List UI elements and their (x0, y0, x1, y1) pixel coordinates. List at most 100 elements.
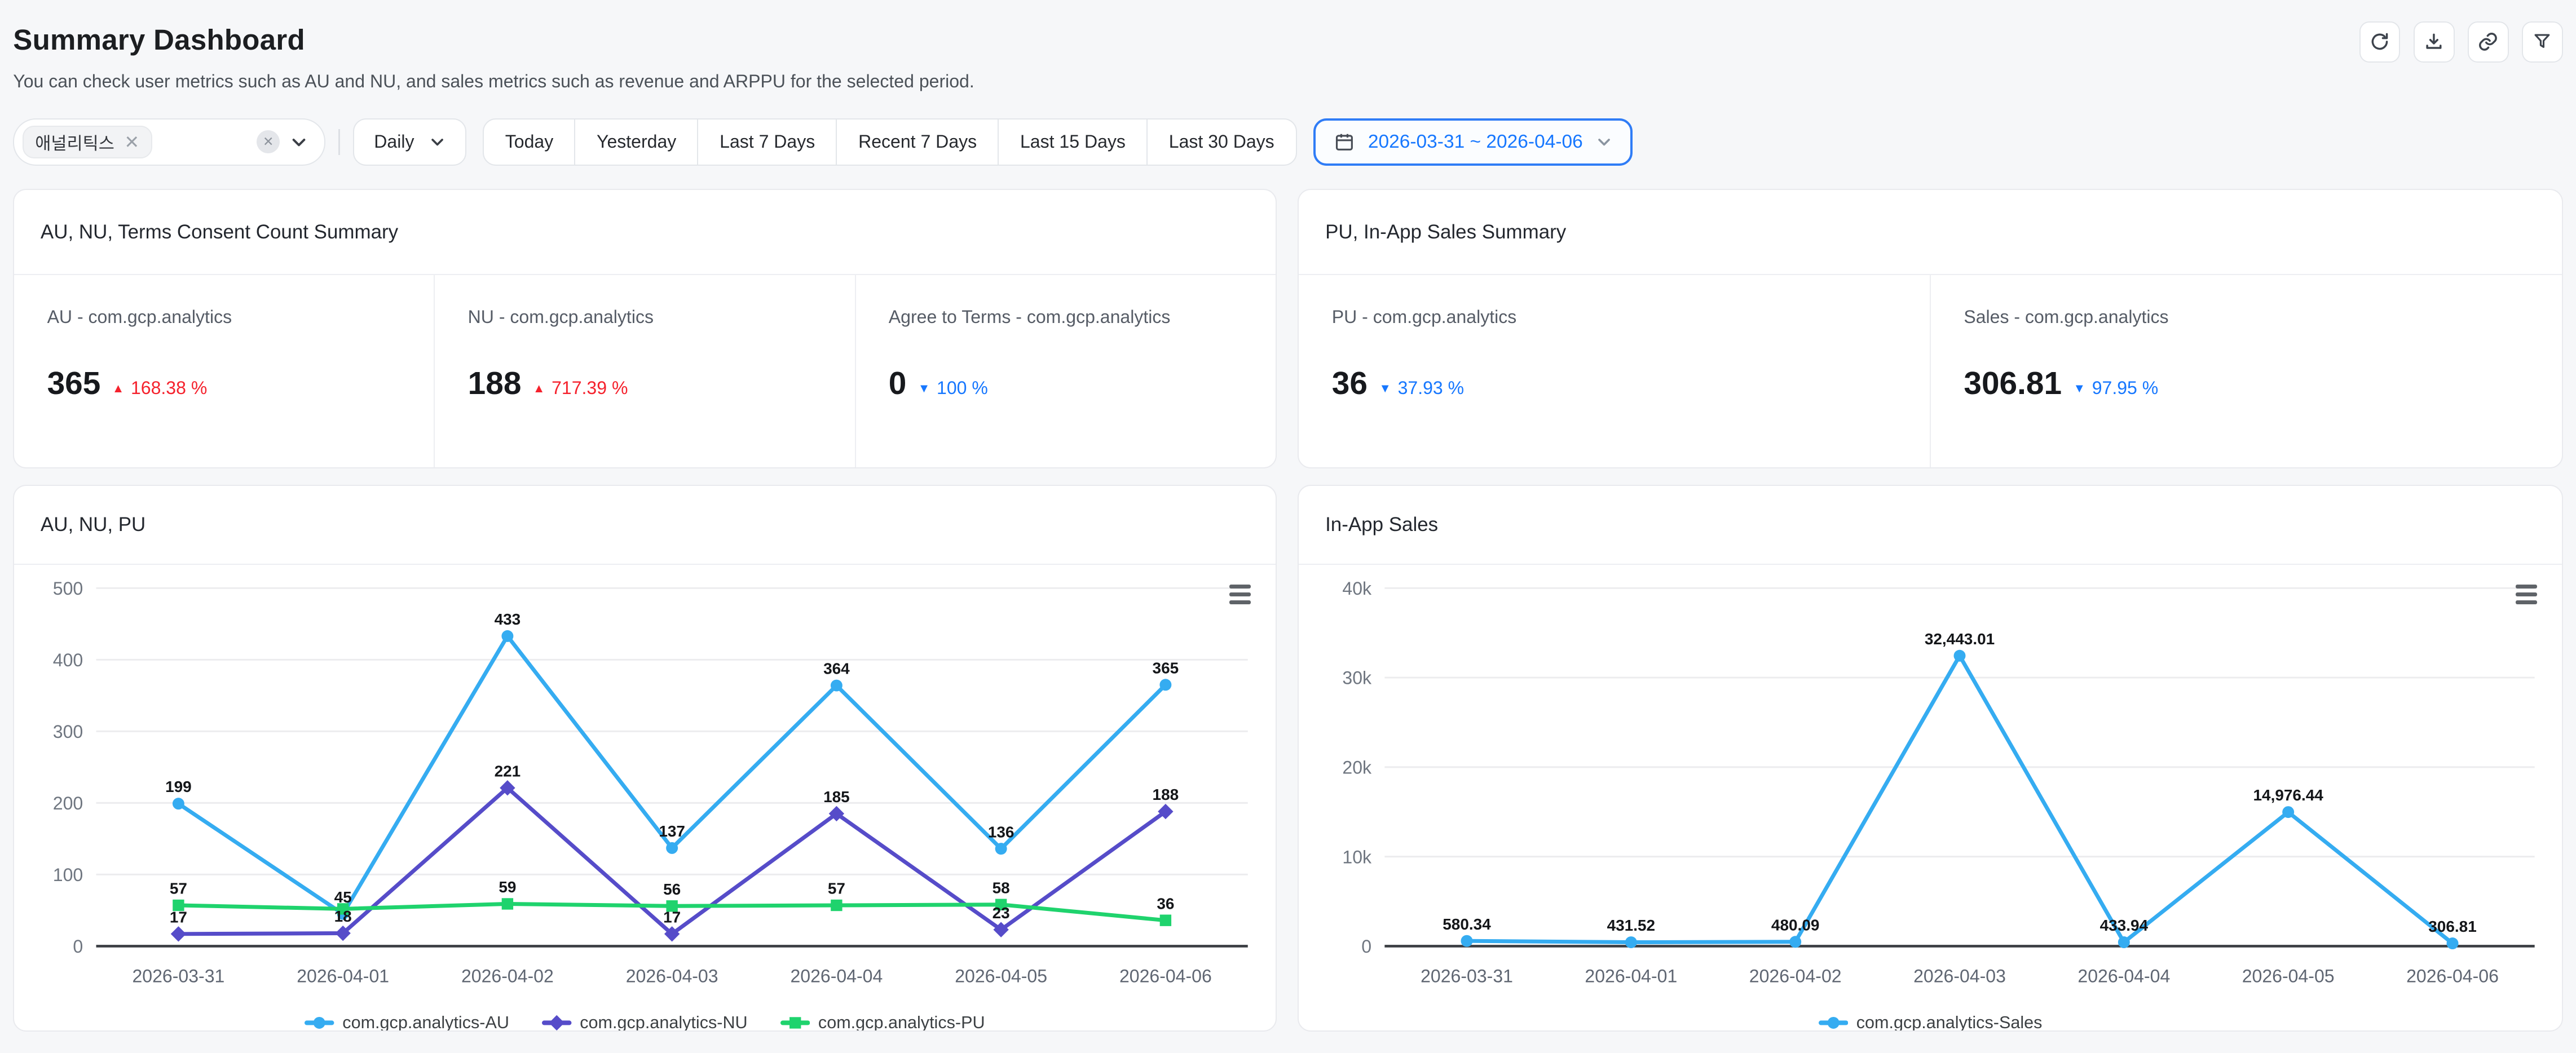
chart-body: 010k20k30k40k2026-03-312026-04-012026-04… (1299, 565, 2561, 1032)
legend-item-com.gcp.analytics-PU[interactable]: com.gcp.analytics-PU (780, 1013, 985, 1032)
metric-value: 188 (468, 365, 522, 402)
quick-range-recent-7-days[interactable]: Recent 7 Days (836, 118, 999, 166)
metric-nu: NU - com.gcp.analytics 188 ▲717.39 % (434, 275, 854, 467)
granularity-select[interactable]: Daily (353, 118, 466, 166)
svg-text:58: 58 (993, 879, 1010, 896)
tag-remove-icon[interactable]: ✕ (124, 133, 139, 151)
metric-label: Sales - com.gcp.analytics (1964, 307, 2529, 328)
metric-au: AU - com.gcp.analytics 365 ▲ 168.38 % (14, 275, 434, 467)
svg-text:2026-04-04: 2026-04-04 (2077, 966, 2170, 986)
quick-range-last-7-days[interactable]: Last 7 Days (697, 118, 837, 166)
svg-text:59: 59 (499, 878, 517, 896)
legend-marker-icon (542, 1013, 571, 1032)
svg-text:2026-04-02: 2026-04-02 (1749, 966, 1841, 986)
svg-text:500: 500 (53, 578, 83, 599)
metric-delta: ▼97.95 % (2073, 378, 2158, 399)
legend-label: com.gcp.analytics-AU (342, 1013, 509, 1032)
metric-value: 365 (47, 365, 101, 402)
svg-text:364: 364 (823, 660, 850, 677)
legend-label: com.gcp.analytics-NU (580, 1013, 747, 1032)
svg-text:2026-04-02: 2026-04-02 (461, 966, 554, 986)
page-toolbar (2359, 21, 2563, 63)
svg-text:45: 45 (334, 888, 352, 905)
sales-summary-card: PU, In-App Sales Summary PU - com.gcp.an… (1298, 189, 2562, 468)
svg-text:100: 100 (53, 865, 83, 885)
selected-app-tag-label: 애널리틱스 (35, 130, 114, 154)
share-link-button[interactable] (2468, 21, 2509, 63)
svg-text:2026-04-04: 2026-04-04 (791, 966, 883, 986)
filter-funnel-icon (2531, 31, 2553, 52)
svg-text:221: 221 (495, 762, 521, 780)
app-select[interactable]: 애널리틱스 ✕ ✕ (13, 118, 325, 166)
legend-item-com.gcp.analytics-AU[interactable]: com.gcp.analytics-AU (305, 1013, 509, 1032)
download-icon (2423, 31, 2445, 52)
metric-label: AU - com.gcp.analytics (47, 307, 402, 328)
metric-delta: ▲717.39 % (533, 378, 628, 399)
quick-range-last-30-days[interactable]: Last 30 Days (1146, 118, 1297, 166)
metric-delta: ▼100 % (918, 378, 988, 399)
delta-percent: 168.38 % (131, 378, 207, 399)
svg-text:0: 0 (73, 936, 83, 957)
card-title: AU, NU, Terms Consent Count Summary (14, 190, 1275, 275)
svg-text:2026-04-03: 2026-04-03 (626, 966, 718, 986)
svg-text:200: 200 (53, 793, 83, 813)
clear-selection-icon[interactable]: ✕ (257, 130, 280, 153)
legend-marker-icon (1819, 1013, 1848, 1032)
refresh-icon (2369, 31, 2390, 52)
svg-text:2026-03-31: 2026-03-31 (133, 966, 225, 986)
date-range-value: 2026-03-31 ~ 2026-04-06 (1368, 131, 1583, 153)
svg-text:0: 0 (1361, 936, 1371, 957)
legend-label: com.gcp.analytics-PU (818, 1013, 985, 1032)
quick-range-today[interactable]: Today (483, 118, 576, 166)
page-title: Summary Dashboard (13, 23, 2562, 56)
svg-text:57: 57 (828, 879, 845, 897)
delta-percent: 37.93 % (1398, 378, 1465, 399)
svg-text:199: 199 (166, 778, 192, 795)
legend-item-com.gcp.analytics-NU[interactable]: com.gcp.analytics-NU (542, 1013, 747, 1032)
quick-range-yesterday[interactable]: Yesterday (574, 118, 699, 166)
svg-text:136: 136 (988, 823, 1014, 840)
summary-dashboard-page: Summary Dashboard You can check user met… (0, 0, 2576, 1052)
svg-text:2026-04-01: 2026-04-01 (297, 966, 390, 986)
user-metrics-summary-card: AU, NU, Terms Consent Count Summary AU -… (13, 189, 1276, 468)
quick-range-last-15-days[interactable]: Last 15 Days (998, 118, 1148, 166)
chart-menu-icon[interactable] (1229, 585, 1251, 604)
chevron-down-icon (1596, 134, 1612, 150)
page-header: Summary Dashboard You can check user met… (13, 0, 2562, 92)
chart-menu-icon[interactable] (2516, 585, 2537, 604)
svg-text:40k: 40k (1342, 578, 1372, 599)
legend-item-com.gcp.analytics-Sales[interactable]: com.gcp.analytics-Sales (1819, 1013, 2043, 1032)
svg-text:2026-04-06: 2026-04-06 (2406, 966, 2499, 986)
download-button[interactable] (2414, 21, 2455, 63)
chart-cards-row: AU, NU, PU 01002003004005002026-03-31202… (13, 485, 2562, 1032)
chart-legend: com.gcp.analytics-AU com.gcp.analytics-NU… (30, 1006, 1259, 1032)
svg-text:36: 36 (1157, 895, 1175, 912)
svg-text:431.52: 431.52 (1607, 917, 1655, 934)
chevron-down-icon[interactable] (290, 133, 308, 151)
metric-agree-to-terms: Agree to Terms - com.gcp.analytics 0 ▼10… (855, 275, 1276, 467)
in-app-sales-line-chart: 010k20k30k40k2026-03-312026-04-012026-04… (1316, 575, 2548, 999)
summary-cards-row: AU, NU, Terms Consent Count Summary AU -… (13, 189, 2562, 468)
trend-down-icon: ▼ (918, 381, 930, 396)
au-nu-pu-chart-card: AU, NU, PU 01002003004005002026-03-31202… (13, 485, 1276, 1032)
svg-text:433: 433 (495, 610, 521, 628)
filter-bar: 애널리틱스 ✕ ✕ Daily Today Yesterday Last 7 D… (13, 118, 2562, 166)
svg-text:14,976.44: 14,976.44 (2253, 786, 2323, 804)
svg-text:185: 185 (823, 788, 850, 806)
metric-value: 0 (889, 365, 907, 402)
svg-text:137: 137 (659, 822, 686, 840)
trend-up-icon: ▲ (112, 381, 125, 396)
quick-range-group: Today Yesterday Last 7 Days Recent 7 Day… (483, 118, 1297, 166)
chart-legend: com.gcp.analytics-Sales (1316, 1006, 2546, 1032)
calendar-icon (1334, 131, 1355, 153)
svg-text:32,443.01: 32,443.01 (1924, 630, 1994, 648)
metrics-grid: PU - com.gcp.analytics 36 ▼37.93 % Sales… (1299, 275, 2561, 467)
svg-text:2026-04-05: 2026-04-05 (2242, 966, 2334, 986)
chart-body: 01002003004005002026-03-312026-04-012026… (14, 565, 1275, 1032)
legend-marker-icon (780, 1013, 810, 1032)
metric-label: PU - com.gcp.analytics (1332, 307, 1897, 328)
delta-percent: 97.95 % (2092, 378, 2159, 399)
filter-button[interactable] (2522, 21, 2563, 63)
date-range-picker[interactable]: 2026-03-31 ~ 2026-04-06 (1313, 118, 1633, 166)
refresh-button[interactable] (2359, 21, 2401, 63)
